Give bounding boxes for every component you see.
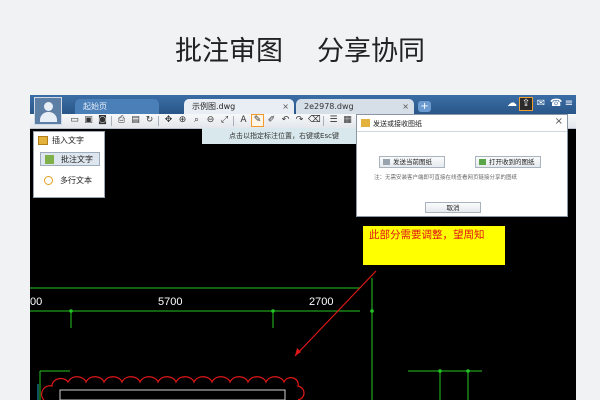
avatar[interactable]: [34, 97, 62, 125]
promo-headline: 批注审图 分享协同: [0, 0, 600, 96]
zoom-out-icon[interactable]: ⊖: [205, 115, 216, 126]
dialog-icon: [361, 119, 370, 127]
cloud-icon[interactable]: ☁: [506, 98, 518, 110]
undo-icon[interactable]: ↶: [280, 115, 291, 126]
tab-start-page[interactable]: 起始页: [75, 99, 159, 114]
redo-icon[interactable]: ↷: [294, 115, 305, 126]
dimension-middle: 5700: [158, 296, 183, 308]
menu-icon[interactable]: ≡: [563, 98, 575, 110]
tab-start-page-label: 起始页: [83, 102, 107, 111]
save-icon[interactable]: ▣: [83, 115, 94, 126]
open-icon[interactable]: ▭: [69, 115, 80, 126]
save-as-icon[interactable]: ◙: [97, 115, 108, 126]
tab-sample-drawing-label: 示例图.dwg: [192, 102, 236, 111]
tab-2e2978-label: 2e2978.dwg: [304, 102, 354, 111]
markup-icon[interactable]: ✐: [266, 115, 277, 126]
text-tool-icon[interactable]: A: [238, 115, 249, 126]
share-drawing-icon[interactable]: ⇪: [519, 97, 533, 111]
dimension-left: 00: [30, 296, 43, 308]
erase-icon[interactable]: ⌫: [308, 115, 321, 126]
layer-icon[interactable]: ☰: [328, 115, 339, 126]
close-icon[interactable]: ×: [555, 116, 563, 127]
tab-sample-drawing[interactable]: 示例图.dwg ×: [184, 99, 294, 114]
tab-bar: 起始页 示例图.dwg × 2e2978.dwg × + ☁ ⇪ ✉ ☎ ≡: [30, 95, 576, 114]
pan-icon[interactable]: ✥: [163, 115, 174, 126]
dimension-right: 2700: [309, 296, 334, 308]
more-icon[interactable]: ▦: [342, 115, 353, 126]
print-icon[interactable]: ⎙: [116, 115, 127, 126]
annotation-note[interactable]: 此部分需要调整，望周知: [363, 226, 505, 265]
new-tab-button[interactable]: +: [418, 101, 431, 112]
tab-close-icon[interactable]: ×: [402, 99, 409, 114]
headline-annotate: 批注审图: [175, 35, 283, 67]
tab-close-icon[interactable]: ×: [282, 99, 289, 114]
zoom-window-icon[interactable]: ⌕: [191, 115, 202, 126]
pdf-icon[interactable]: ▤: [130, 115, 141, 126]
zoom-extents-icon[interactable]: ⤢: [219, 115, 230, 126]
refresh-icon[interactable]: ↻: [144, 115, 155, 126]
annotate-pen-icon[interactable]: ✎: [251, 114, 264, 127]
headline-share: 分享协同: [317, 35, 425, 67]
tab-2e2978[interactable]: 2e2978.dwg ×: [296, 99, 414, 114]
chat-icon[interactable]: ✉: [535, 98, 547, 110]
zoom-in-icon[interactable]: ⊕: [177, 115, 188, 126]
support-icon[interactable]: ☎: [550, 98, 562, 110]
